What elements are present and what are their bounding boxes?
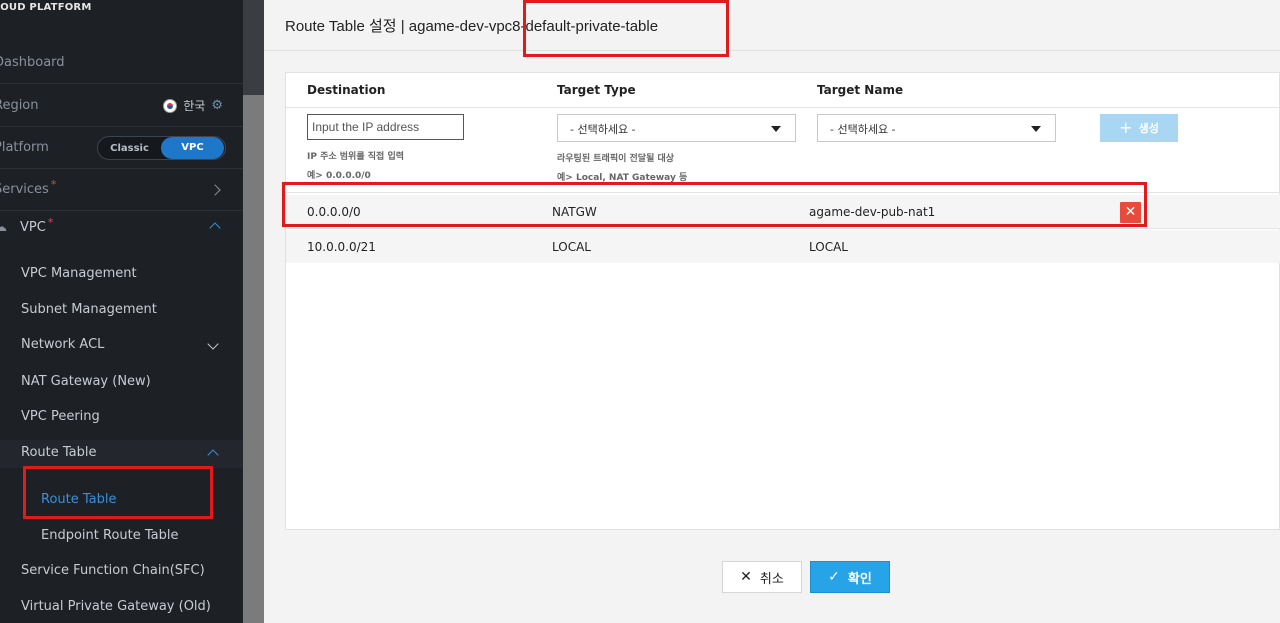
sidebar-item-nat-gateway[interactable]: NAT Gateway (New)	[21, 374, 151, 389]
gear-icon[interactable]: ⚙	[211, 98, 223, 113]
region-value: 한국	[183, 99, 206, 113]
sidebar-item-sfc[interactable]: Service Function Chain(SFC)	[21, 563, 205, 578]
target-type-help: 라우팅된 트래픽이 전달될 대상	[557, 154, 675, 164]
chevron-right-icon	[209, 183, 221, 196]
row-target-type: NATGW	[552, 205, 597, 219]
close-icon: ✕	[740, 569, 752, 585]
region-selector[interactable]: 한국 ⚙	[163, 97, 223, 114]
row-target-type: LOCAL	[552, 240, 591, 254]
destination-example: 예> 0.0.0.0/0	[307, 171, 371, 181]
sidebar-item-vpc[interactable]: ☁ VPC *	[0, 207, 243, 247]
sidebar-item-vpc-management[interactable]: VPC Management	[21, 266, 137, 281]
plus-icon: +	[1119, 118, 1133, 137]
chevron-up-icon	[209, 222, 221, 234]
column-header-target-name: Target Name	[817, 83, 904, 97]
check-icon: ✓	[828, 569, 840, 585]
destination-help: IP 주소 범위를 직접 입력	[307, 152, 404, 162]
modal-backdrop	[243, 0, 264, 623]
row-target-name: agame-dev-pub-nat1	[809, 205, 936, 219]
column-header-target-type: Target Type	[557, 83, 636, 97]
target-name-select[interactable]: - 선택하세요 -	[817, 114, 1056, 142]
sidebar-item-route-table[interactable]: Route Table	[21, 445, 97, 460]
sidebar-subitem-route-table[interactable]: Route Table	[41, 492, 117, 507]
sidebar-item-subnet-management[interactable]: Subnet Management	[21, 302, 157, 317]
table-row: 0.0.0.0/0 NATGW agame-dev-pub-nat1 ✕	[286, 195, 1280, 229]
sidebar-item-dashboard[interactable]: Dashboard	[0, 42, 243, 84]
cloud-icon: ☁	[0, 219, 7, 235]
row-target-name: LOCAL	[809, 240, 848, 254]
confirm-button[interactable]: ✓ 확인	[810, 561, 890, 593]
route-table-panel: Destination Target Type Target Name IP 주…	[285, 72, 1280, 530]
create-button[interactable]: + 생성	[1100, 114, 1178, 142]
row-destination: 0.0.0.0/0	[307, 205, 361, 219]
target-type-select[interactable]: - 선택하세요 -	[557, 114, 796, 142]
row-destination: 10.0.0.0/21	[307, 240, 376, 254]
logo: LOUD PLATFORM	[0, 2, 92, 13]
platform-toggle[interactable]: Classic VPC	[97, 136, 226, 160]
column-header-destination: Destination	[307, 83, 386, 97]
platform-option-vpc[interactable]: VPC	[161, 137, 224, 159]
sidebar-item-services[interactable]: Services*	[0, 169, 243, 211]
required-star: *	[50, 178, 57, 191]
cancel-button[interactable]: ✕ 취소	[722, 561, 802, 593]
korea-flag-icon	[163, 98, 178, 113]
dropdown-caret-icon	[771, 126, 781, 132]
sidebar: LOUD PLATFORM Dashboard Region 한국 ⚙ Plat…	[0, 0, 243, 623]
modal-header: Route Table 설정 | agame-dev-vpc8-default-…	[264, 0, 1280, 51]
sidebar-item-vpc-peering[interactable]: VPC Peering	[21, 409, 100, 424]
divider	[286, 192, 1280, 193]
target-type-example: 예> Local, NAT Gateway 등	[557, 173, 688, 183]
modal-title: Route Table 설정 | agame-dev-vpc8-default-…	[285, 18, 659, 35]
chevron-down-icon	[207, 338, 219, 350]
sidebar-subitem-endpoint-route-table[interactable]: Endpoint Route Table	[41, 528, 178, 543]
sidebar-item-network-acl[interactable]: Network ACL	[21, 337, 104, 352]
divider	[286, 107, 1280, 108]
delete-route-button[interactable]: ✕	[1120, 202, 1141, 223]
destination-input[interactable]	[307, 114, 464, 140]
route-table-modal: Route Table 설정 | agame-dev-vpc8-default-…	[264, 0, 1280, 623]
table-row: 10.0.0.0/21 LOCAL LOCAL	[286, 230, 1280, 263]
platform-option-classic[interactable]: Classic	[98, 143, 161, 154]
dropdown-caret-icon	[1031, 126, 1041, 132]
sidebar-item-virtual-private-gateway[interactable]: Virtual Private Gateway (Old)	[21, 599, 211, 614]
